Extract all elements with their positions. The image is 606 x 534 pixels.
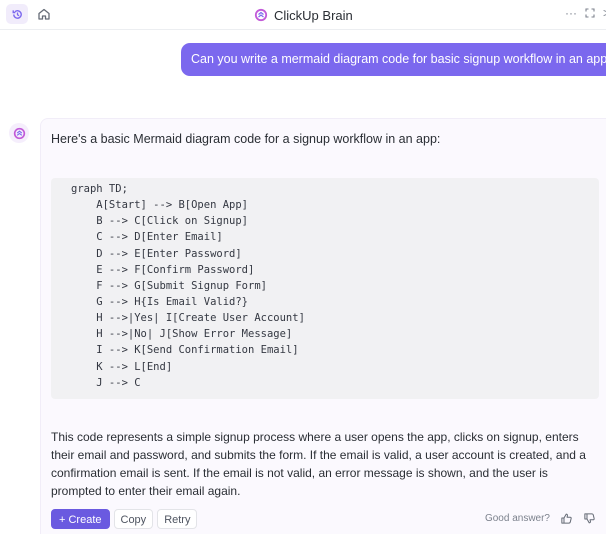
thumbs-up-icon[interactable] bbox=[560, 512, 573, 525]
code-line: J --> C bbox=[71, 377, 141, 389]
header-right-controls: ··· > bbox=[565, 6, 606, 20]
answer-actions: + Create Copy Retry bbox=[51, 509, 198, 529]
user-message-bubble: Can you write a mermaid diagram code for… bbox=[181, 43, 606, 76]
thumbs-down-icon[interactable] bbox=[583, 512, 596, 525]
page-title: ClickUp Brain bbox=[274, 7, 353, 23]
code-line: H -->|No| J[Show Error Message] bbox=[71, 328, 293, 340]
top-bar: ClickUp Brain ··· > bbox=[0, 0, 606, 30]
explanation-line: This code represents a simple signup pro… bbox=[51, 430, 579, 444]
history-icon[interactable] bbox=[6, 4, 28, 24]
more-icon[interactable]: ··· bbox=[565, 6, 577, 20]
code-line: A[Start] --> B[Open App] bbox=[71, 199, 249, 211]
assistant-answer-card: Here's a basic Mermaid diagram code for … bbox=[40, 118, 606, 534]
code-line: E --> F[Confirm Password] bbox=[71, 264, 255, 276]
answer-intro-text: Here's a basic Mermaid diagram code for … bbox=[51, 132, 441, 146]
feedback-label: Good answer? bbox=[484, 513, 550, 524]
expand-icon[interactable] bbox=[585, 8, 595, 18]
code-block: graph TD; A[Start] --> B[Open App] B -->… bbox=[51, 178, 599, 399]
code-line: B --> C[Click on Signup] bbox=[71, 215, 249, 227]
code-line: D --> E[Enter Password] bbox=[71, 248, 242, 260]
explanation-line: their email and password, and submits th… bbox=[51, 448, 586, 462]
copy-button[interactable]: Copy bbox=[113, 509, 154, 529]
code-line: C --> D[Enter Email] bbox=[71, 231, 223, 243]
brain-avatar-icon bbox=[9, 123, 29, 143]
brain-logo-icon bbox=[254, 8, 268, 22]
code-line: I --> K[Send Confirmation Email] bbox=[71, 344, 299, 356]
code-line: K --> L[End] bbox=[71, 361, 173, 373]
explanation-line: prompted to enter their email again. bbox=[51, 484, 241, 498]
explanation-line: confirmation email is sent. If the email… bbox=[51, 466, 548, 480]
header-title-group: ClickUp Brain bbox=[254, 6, 353, 24]
code-line: G --> H{Is Email Valid?} bbox=[71, 296, 249, 308]
code-line: F --> G[Submit Signup Form] bbox=[71, 280, 267, 292]
code-line: graph TD; bbox=[71, 183, 128, 195]
answer-explanation: This code represents a simple signup pro… bbox=[51, 428, 603, 500]
feedback-group: Good answer? bbox=[485, 512, 596, 525]
code-line: H -->|Yes| I[Create User Account] bbox=[71, 312, 305, 324]
home-icon[interactable] bbox=[34, 4, 54, 24]
create-button[interactable]: + Create bbox=[51, 509, 110, 529]
retry-button[interactable]: Retry bbox=[157, 509, 198, 529]
